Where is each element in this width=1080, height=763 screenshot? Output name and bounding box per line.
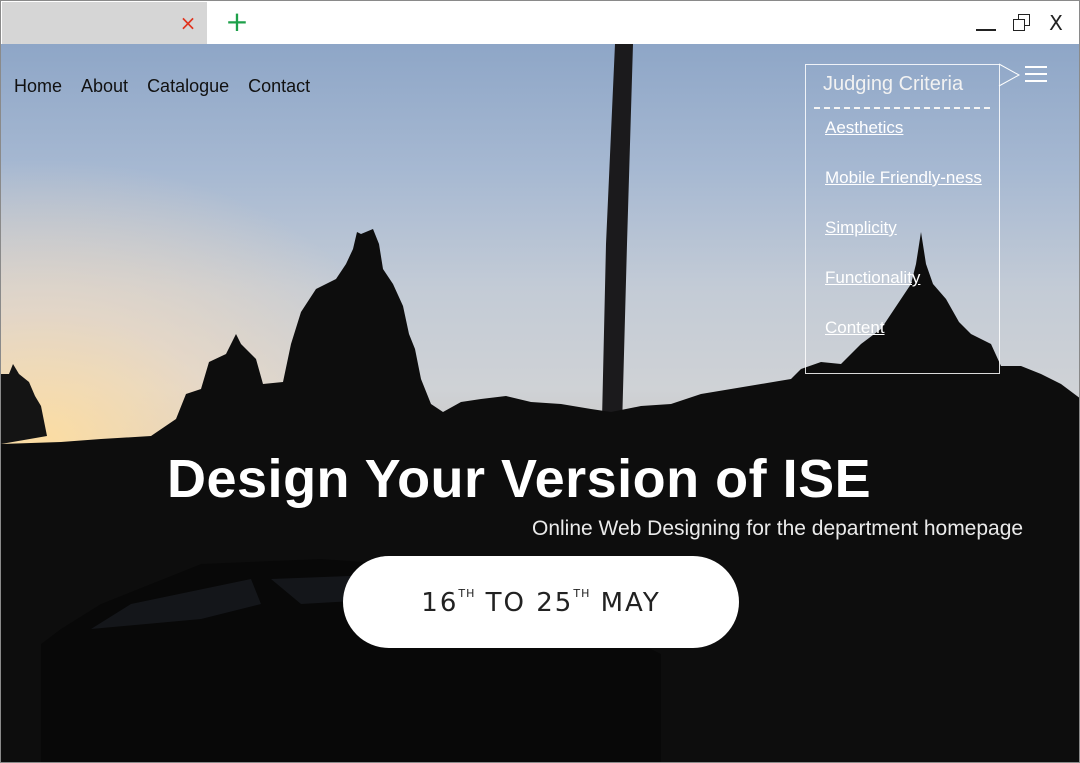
judging-criteria-menu: Judging Criteria Aesthetics Mobile Frien…: [805, 64, 1000, 374]
minimize-icon[interactable]: [973, 9, 999, 37]
browser-chrome: × + X: [0, 0, 1080, 45]
menu-pointer: [998, 63, 1021, 87]
event-dates-text: 16TH TO 25TH MAY: [421, 587, 660, 618]
criteria-divider: [814, 107, 990, 109]
new-tab-icon[interactable]: +: [225, 8, 249, 36]
criteria-title: Judging Criteria: [823, 73, 964, 95]
nav-home-link[interactable]: Home: [14, 74, 62, 98]
list-item: Aesthetics: [825, 118, 982, 168]
hero-title: Design Your Version of ISE: [167, 449, 872, 509]
end-day: 25: [536, 587, 574, 618]
event-dates-button[interactable]: 16TH TO 25TH MAY: [343, 556, 739, 648]
maximize-icon[interactable]: [1009, 9, 1035, 37]
nav-about-link[interactable]: About: [81, 74, 128, 98]
start-day: 16: [421, 587, 459, 618]
list-item: Content: [825, 318, 982, 368]
criteria-functionality-link[interactable]: Functionality: [825, 268, 920, 287]
event-month: MAY: [600, 587, 661, 618]
start-day-suffix: TH: [458, 586, 476, 600]
list-item: Simplicity: [825, 218, 982, 268]
nav-contact-link[interactable]: Contact: [248, 74, 310, 98]
date-connector: TO: [485, 587, 526, 618]
hamburger-icon[interactable]: [1025, 66, 1047, 84]
nav-catalogue-link[interactable]: Catalogue: [147, 74, 229, 98]
hero-subtitle: Online Web Designing for the department …: [532, 517, 1024, 540]
criteria-mobile-friendliness-link[interactable]: Mobile Friendly-ness: [825, 168, 982, 187]
criteria-simplicity-link[interactable]: Simplicity: [825, 218, 897, 237]
tab-close-icon[interactable]: ×: [178, 12, 198, 34]
page-viewport: Home About Catalogue Contact Judging Cri…: [0, 44, 1080, 763]
window-close-icon[interactable]: X: [1043, 9, 1069, 37]
list-item: Functionality: [825, 268, 982, 318]
list-item: Mobile Friendly-ness: [825, 168, 982, 218]
end-day-suffix: TH: [573, 586, 591, 600]
criteria-content-link[interactable]: Content: [825, 318, 885, 337]
browser-tab[interactable]: ×: [2, 2, 207, 45]
criteria-aesthetics-link[interactable]: Aesthetics: [825, 118, 903, 137]
main-nav: Home About Catalogue Contact: [14, 74, 329, 98]
criteria-list: Aesthetics Mobile Friendly-ness Simplici…: [825, 118, 982, 368]
